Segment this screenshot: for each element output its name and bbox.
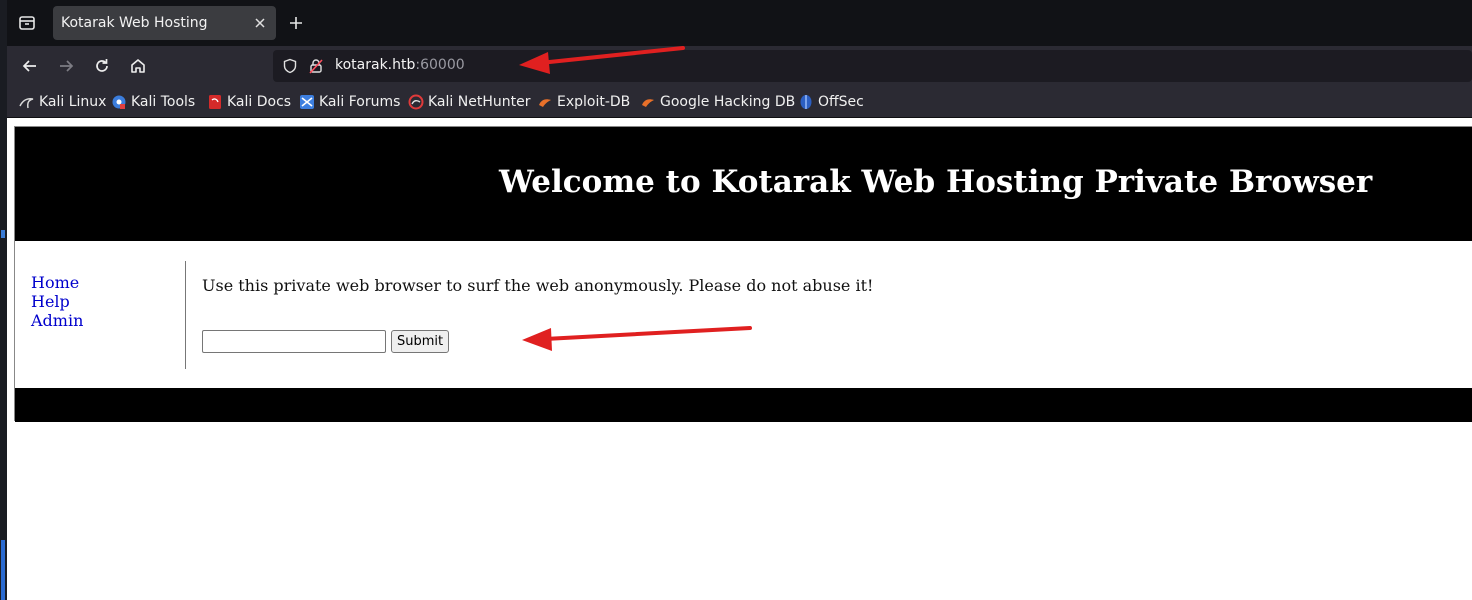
shield-icon[interactable] — [279, 55, 301, 77]
tab-bar: Kotarak Web Hosting — [7, 0, 1472, 46]
bookmark-exploit-db[interactable]: Exploit-DB — [537, 93, 630, 111]
insecure-lock-icon[interactable] — [305, 55, 327, 77]
bookmark-label: Kali Linux — [39, 94, 107, 110]
kali-dragon-icon — [19, 94, 35, 110]
nethunter-icon — [408, 94, 424, 110]
nav-link-home[interactable]: Home — [31, 273, 83, 292]
offsec-icon — [798, 94, 814, 110]
bookmark-label: OffSec — [818, 94, 864, 110]
home-icon[interactable] — [126, 54, 150, 78]
site-header: Welcome to Kotarak Web Hosting Private B… — [15, 127, 1472, 241]
desktop-edge — [0, 0, 7, 600]
reload-icon[interactable] — [90, 54, 114, 78]
close-icon[interactable] — [250, 13, 270, 33]
bookmark-kali-nethunter[interactable]: Kali NetHunter — [408, 93, 530, 111]
bookmark-label: Kali Docs — [227, 94, 292, 110]
bookmark-label: Kali Tools — [131, 94, 196, 110]
nav-link-admin[interactable]: Admin — [31, 311, 83, 330]
bookmark-kali-tools[interactable]: Kali Tools — [111, 93, 195, 111]
desktop-edge-marker — [1, 540, 5, 600]
tab-title: Kotarak Web Hosting — [61, 15, 208, 31]
tab-list-icon[interactable] — [15, 11, 39, 35]
url-text[interactable]: kotarak.htb:60000 — [335, 57, 465, 73]
kali-forums-icon — [299, 94, 315, 110]
page-viewport: Welcome to Kotarak Web Hosting Private B… — [7, 118, 1472, 600]
site-footer — [15, 388, 1472, 422]
kali-tools-icon — [111, 94, 127, 110]
active-tab[interactable]: Kotarak Web Hosting — [53, 6, 276, 40]
navigation-toolbar: kotarak.htb:60000 — [7, 46, 1472, 86]
url-host: kotarak.htb — [335, 57, 416, 73]
desktop-edge-marker — [1, 230, 5, 238]
back-arrow-icon[interactable] — [18, 54, 42, 78]
bookmark-offsec[interactable]: OffSec — [798, 93, 864, 111]
plus-icon[interactable] — [284, 11, 308, 35]
bookmark-label: Google Hacking DB — [660, 94, 796, 110]
bookmark-label: Kali Forums — [319, 94, 401, 110]
intro-text: Use this private web browser to surf the… — [202, 276, 874, 295]
kali-docs-icon — [207, 94, 223, 110]
site-nav: Home Help Admin — [31, 273, 83, 330]
url-port: :60000 — [415, 57, 465, 73]
submit-button[interactable]: Submit — [391, 330, 450, 353]
bookmark-kali-forums[interactable]: Kali Forums — [299, 93, 400, 111]
nav-divider — [185, 261, 186, 369]
url-input[interactable] — [202, 330, 386, 353]
nav-link-help[interactable]: Help — [31, 292, 83, 311]
bookmarks-toolbar: Kali Linux Kali Tools Kali Docs Kali For… — [7, 86, 1472, 118]
bookmark-kali-docs[interactable]: Kali Docs — [207, 93, 291, 111]
site-container: Welcome to Kotarak Web Hosting Private B… — [14, 126, 1472, 422]
forward-arrow-icon[interactable] — [54, 54, 78, 78]
bookmark-google-hacking-db[interactable]: Google Hacking DB — [640, 93, 795, 111]
exploit-db-icon — [537, 94, 553, 110]
bookmark-label: Kali NetHunter — [428, 94, 531, 110]
bookmark-label: Exploit-DB — [557, 94, 631, 110]
bookmark-kali-linux[interactable]: Kali Linux — [19, 93, 106, 111]
ghdb-icon — [640, 94, 656, 110]
browse-form: Submit — [202, 330, 450, 353]
page-title: Welcome to Kotarak Web Hosting Private B… — [499, 164, 1373, 200]
url-bar[interactable]: kotarak.htb:60000 — [273, 50, 1472, 82]
